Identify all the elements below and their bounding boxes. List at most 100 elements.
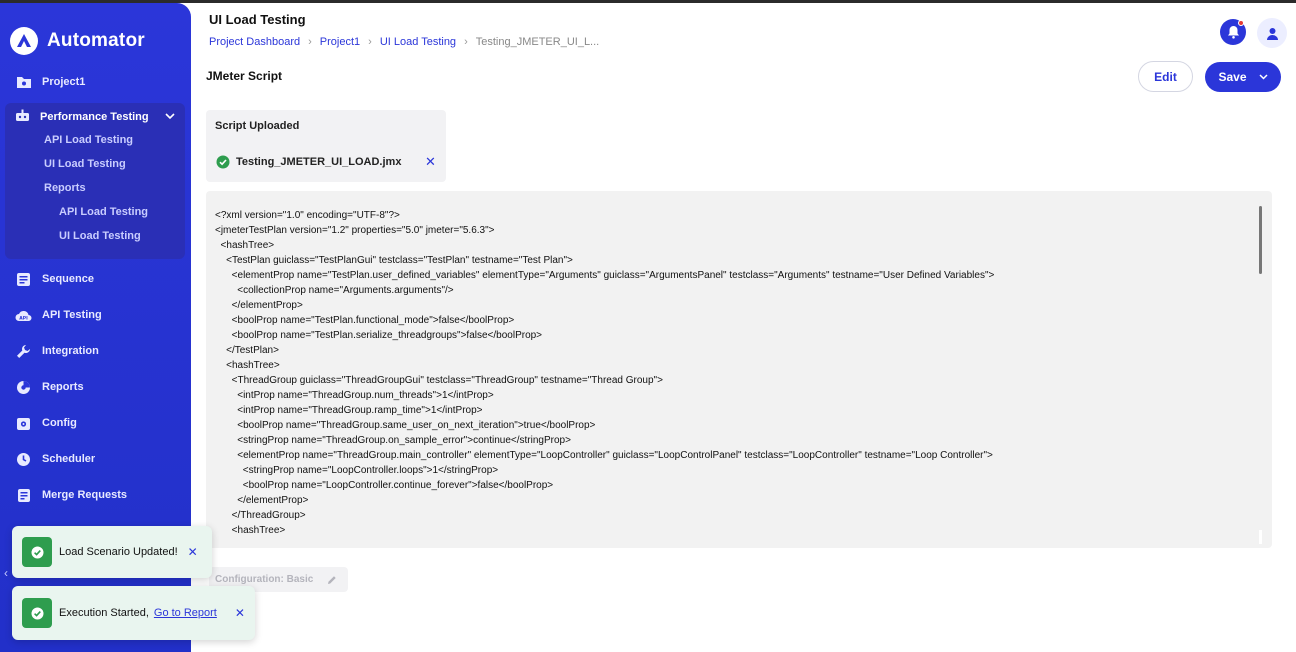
code-line: <stringProp name="ThreadGroup.on_sample_… <box>215 435 571 446</box>
save-button-label: Save <box>1218 70 1247 84</box>
bell-icon <box>1227 26 1239 39</box>
go-to-report-link[interactable]: Go to Report <box>154 607 217 619</box>
code-line: <TestPlan guiclass="TestPlanGui" testcla… <box>215 255 573 266</box>
toast-scenario-updated: Load Scenario Updated! ✕ <box>12 526 212 578</box>
brand[interactable]: Automator <box>10 27 145 55</box>
scrollbar-end <box>1259 530 1262 544</box>
code-line: <ThreadGroup guiclass="ThreadGroupGui" t… <box>215 375 663 386</box>
success-check-icon <box>22 537 52 567</box>
sidebar-item-config[interactable]: Config <box>0 408 191 438</box>
chevron-right-icon: › <box>308 36 312 48</box>
code-line: <intProp name="ThreadGroup.ramp_time">1<… <box>215 405 483 416</box>
user-icon <box>1266 27 1278 40</box>
file-name: Testing_JMETER_UI_LOAD.jmx <box>236 156 402 168</box>
scrollbar-thumb[interactable] <box>1259 206 1262 274</box>
code-line: <hashTree> <box>215 525 286 536</box>
script-code-viewer[interactable]: <?xml version="1.0" encoding="UTF-8"?> <j… <box>206 191 1272 548</box>
brand-name: Automator <box>47 30 145 51</box>
sidebar-item-merge-requests[interactable]: Merge Requests <box>0 480 191 510</box>
sidebar-item-label: Merge Requests <box>42 489 127 501</box>
code-line: <boolProp name="LoopController.continue_… <box>215 480 554 491</box>
edit-button[interactable]: Edit <box>1138 61 1193 92</box>
sidebar-item-label: Config <box>42 417 77 429</box>
pencil-icon[interactable] <box>327 575 337 585</box>
sidebar-subitem-api-load-testing[interactable]: API Load Testing <box>44 134 133 146</box>
sidebar-item-integration[interactable]: Integration <box>0 336 191 366</box>
cloud-api-icon: API <box>15 307 32 324</box>
uploaded-script-panel: Script Uploaded Testing_JMETER_UI_LOAD.j… <box>206 110 446 182</box>
notification-badge <box>1238 20 1244 26</box>
toast-execution-started: Execution Started, Go to Report ✕ <box>12 586 255 640</box>
sidebar-group-performance: Performance Testing API Load Testing UI … <box>5 103 185 259</box>
top-strip <box>0 0 1296 3</box>
breadcrumb-ui-load-testing[interactable]: UI Load Testing <box>380 36 456 48</box>
code-line: <intProp name="ThreadGroup.num_threads">… <box>215 390 494 401</box>
wrench-icon <box>15 343 32 360</box>
sidebar-item-scheduler[interactable]: Scheduler <box>0 444 191 474</box>
sidebar-collapse-icon[interactable]: ‹ <box>4 566 8 580</box>
sidebar-item-api-testing[interactable]: API API Testing <box>0 300 191 330</box>
code-line: <jmeterTestPlan version="1.2" properties… <box>215 225 495 236</box>
config-gear-icon <box>15 415 32 432</box>
sidebar-item-label: Project1 <box>42 76 86 88</box>
user-menu-button[interactable] <box>1257 18 1287 48</box>
sidebar-item-label: Integration <box>42 345 99 357</box>
automator-logo-icon <box>10 27 38 55</box>
sidebar-item-reports[interactable]: Reports <box>0 372 191 402</box>
remove-file-icon[interactable]: ✕ <box>425 154 436 170</box>
svg-text:API: API <box>19 315 28 321</box>
code-line: </ThreadGroup> <box>215 510 306 521</box>
sidebar-subitem-reports[interactable]: Reports <box>44 182 86 194</box>
code-line: <stringProp name="LoopController.loops">… <box>215 465 499 476</box>
toast-message: Load Scenario Updated! <box>59 546 178 558</box>
sidebar-item-sequence[interactable]: Sequence <box>0 264 191 294</box>
code-line: <boolProp name="ThreadGroup.same_user_on… <box>215 420 596 431</box>
code-line: <elementProp name="TestPlan.user_defined… <box>215 270 995 281</box>
code-line: <hashTree> <box>215 240 275 251</box>
code-line: <elementProp name="ThreadGroup.main_cont… <box>215 450 993 461</box>
sidebar-report-api-load-testing[interactable]: API Load Testing <box>59 206 148 218</box>
code-line: </elementProp> <box>215 495 309 506</box>
uploaded-file: Testing_JMETER_UI_LOAD.jmx <box>216 155 401 169</box>
code-line: <boolProp name="TestPlan.functional_mode… <box>215 315 515 326</box>
chevron-right-icon: › <box>368 36 372 48</box>
breadcrumb-project[interactable]: Project1 <box>320 36 360 48</box>
script-code: <?xml version="1.0" encoding="UTF-8"?> <j… <box>215 208 994 538</box>
code-line: <hashTree> <box>215 360 280 371</box>
merge-document-icon <box>15 487 32 504</box>
configuration-label: Configuration: Basic <box>215 574 314 585</box>
breadcrumb-project-dashboard[interactable]: Project Dashboard <box>209 36 300 48</box>
section-title: JMeter Script <box>206 69 283 83</box>
code-line: </elementProp> <box>215 300 303 311</box>
toast-message: Execution Started, <box>59 607 149 619</box>
robot-icon <box>15 109 30 125</box>
sidebar-item-label: Scheduler <box>42 453 96 465</box>
close-icon[interactable]: ✕ <box>235 606 245 620</box>
page-title: UI Load Testing <box>209 12 306 27</box>
pie-chart-icon <box>15 379 32 396</box>
close-icon[interactable]: ✕ <box>188 545 198 559</box>
breadcrumb-current: Testing_JMETER_UI_L... <box>475 36 600 48</box>
code-line: </TestPlan> <box>215 345 279 356</box>
sidebar-item-label: Reports <box>42 381 84 393</box>
chevron-down-icon[interactable] <box>165 111 175 123</box>
clock-icon <box>15 451 32 468</box>
sidebar-item-performance-testing[interactable]: Performance Testing <box>15 109 175 125</box>
chevron-right-icon: › <box>464 36 468 48</box>
check-circle-icon <box>216 155 230 169</box>
breadcrumb: Project Dashboard › Project1 › UI Load T… <box>209 36 599 48</box>
sidebar-item-label: API Testing <box>42 309 102 321</box>
success-check-icon <box>22 598 52 628</box>
document-list-icon <box>15 271 32 288</box>
sidebar-item-label: Sequence <box>42 273 94 285</box>
upload-title: Script Uploaded <box>215 120 300 132</box>
code-line: <?xml version="1.0" encoding="UTF-8"?> <box>215 210 400 221</box>
save-button[interactable]: Save <box>1205 62 1281 92</box>
sidebar-subitem-ui-load-testing[interactable]: UI Load Testing <box>44 158 126 170</box>
sidebar-report-ui-load-testing[interactable]: UI Load Testing <box>59 230 141 242</box>
code-line: <boolProp name="TestPlan.serialize_threa… <box>215 330 543 341</box>
sidebar-item-project[interactable]: Project1 <box>0 67 191 97</box>
chevron-down-icon[interactable] <box>1258 74 1268 80</box>
code-line: <collectionProp name="Arguments.argument… <box>215 285 454 296</box>
sidebar-group-label: Performance Testing <box>40 111 149 123</box>
